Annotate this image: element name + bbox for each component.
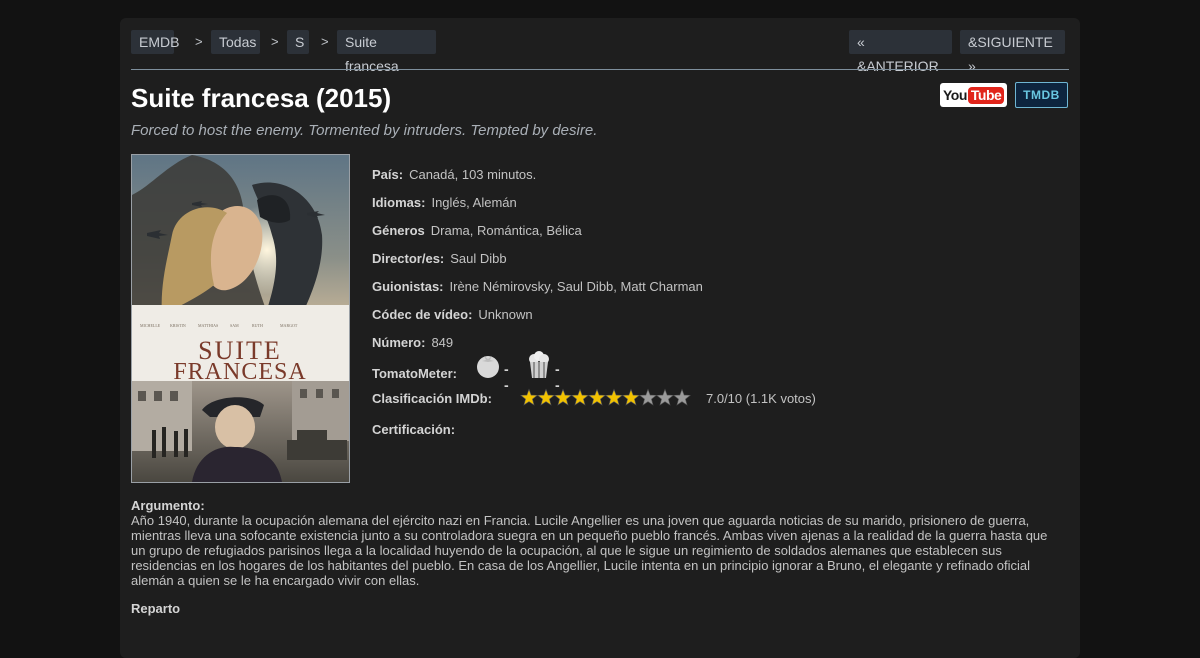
detail-pais: País: Canadá, 103 minutos. <box>372 165 536 185</box>
detail-director: Director/es: Saul Dibb <box>372 249 507 269</box>
detail-numero: Número: 849 <box>372 333 453 353</box>
tomato-critics-score: -- <box>504 361 509 393</box>
next-button[interactable]: &SIGUIENTE » <box>960 30 1065 74</box>
poster-image: MICHELLE KRISTIN MATTHIAS SAM RUTH MARGOT SU… <box>132 155 349 482</box>
breadcrumb-todas[interactable]: Todas <box>211 30 260 54</box>
star-filled-icon <box>622 388 640 406</box>
detail-label: Clasificación IMDb: <box>372 391 492 406</box>
star-filled-icon <box>605 388 623 406</box>
star-empty-icon <box>673 388 691 406</box>
popcorn-icon <box>529 351 549 378</box>
detail-label: Guionistas: <box>372 279 444 294</box>
imdb-star-rating <box>520 388 691 406</box>
svg-text:MICHELLE: MICHELLE <box>140 323 161 328</box>
detail-label: Códec de vídeo: <box>372 307 473 322</box>
detail-value: Irène Némirovsky, Saul Dibb, Matt Charma… <box>449 279 703 294</box>
svg-text:MARGOT: MARGOT <box>280 323 298 328</box>
cast-heading: Reparto <box>131 601 181 616</box>
detail-generos: Géneros Drama, Romántica, Bélica <box>372 221 582 241</box>
detail-label: Idiomas: <box>372 195 426 210</box>
detail-label: Director/es: <box>372 251 445 266</box>
movie-poster[interactable]: MICHELLE KRISTIN MATTHIAS SAM RUTH MARGOT SU… <box>131 154 350 483</box>
detail-guionistas: Guionistas: Irène Némirovsky, Saul Dibb, … <box>372 277 703 297</box>
star-filled-icon <box>520 388 538 406</box>
imdb-rating-value: 7.0/10 (1.1K votos) <box>706 391 816 406</box>
tomato-icon <box>477 356 499 378</box>
detail-label: Certificación: <box>372 422 456 437</box>
star-filled-icon <box>571 388 589 406</box>
detail-value: Inglés, Alemán <box>431 195 517 210</box>
movie-tagline: Forced to host the enemy. Tormented by i… <box>131 122 598 139</box>
svg-text:SAM: SAM <box>230 323 239 328</box>
detail-label: TomatoMeter: <box>372 365 457 381</box>
star-filled-icon <box>537 388 555 406</box>
detail-value: Unknown <box>478 307 533 322</box>
detail-codec: Códec de vídeo: Unknown <box>372 305 533 325</box>
detail-value: Drama, Romántica, Bélica <box>430 223 582 238</box>
breadcrumb-emdb[interactable]: EMDB <box>131 30 179 54</box>
svg-text:RUTH: RUTH <box>252 323 263 328</box>
star-empty-icon <box>639 388 657 406</box>
detail-label: Número: <box>372 335 426 350</box>
detail-value: Saul Dibb <box>450 251 507 266</box>
breadcrumb-separator: > <box>321 34 329 49</box>
youtube-link[interactable]: You Tube <box>940 83 1007 107</box>
svg-text:KRISTIN: KRISTIN <box>170 323 186 328</box>
detail-certificacion: Certificación: <box>372 420 455 440</box>
svg-text:MATTHIAS: MATTHIAS <box>198 323 218 328</box>
youtube-logo-you: You <box>943 87 967 103</box>
detail-value: 849 <box>431 335 454 350</box>
youtube-logo-tube: Tube <box>967 86 1005 104</box>
detail-label: País: <box>372 167 404 182</box>
header-divider <box>131 69 1069 70</box>
movie-panel: EMDB > Todas > S > Suite francesa « &ANT… <box>120 18 1080 658</box>
breadcrumb-separator: > <box>195 34 203 49</box>
previous-button[interactable]: « &ANTERIOR <box>849 30 952 74</box>
plot-text: Año 1940, durante la ocupación alemana d… <box>131 513 1048 588</box>
detail-tomatometer: TomatoMeter: <box>372 363 457 383</box>
breadcrumb-current[interactable]: Suite francesa <box>337 30 436 74</box>
breadcrumb-separator: > <box>271 34 279 49</box>
detail-imdb: Clasificación IMDb: 7.0/10 (1.1K votos) <box>372 388 816 409</box>
page-title: Suite francesa (2015) <box>131 83 392 113</box>
detail-value: Canadá, 103 minutos. <box>409 167 537 182</box>
breadcrumb-letter-s[interactable]: S <box>287 30 309 54</box>
star-filled-icon <box>588 388 606 406</box>
star-empty-icon <box>656 388 674 406</box>
tmdb-link[interactable]: TMDB <box>1015 82 1068 108</box>
star-filled-icon <box>554 388 572 406</box>
plot-heading: Argumento: <box>131 498 205 513</box>
detail-label: Géneros <box>372 223 425 238</box>
detail-idiomas: Idiomas: Inglés, Alemán <box>372 193 517 213</box>
